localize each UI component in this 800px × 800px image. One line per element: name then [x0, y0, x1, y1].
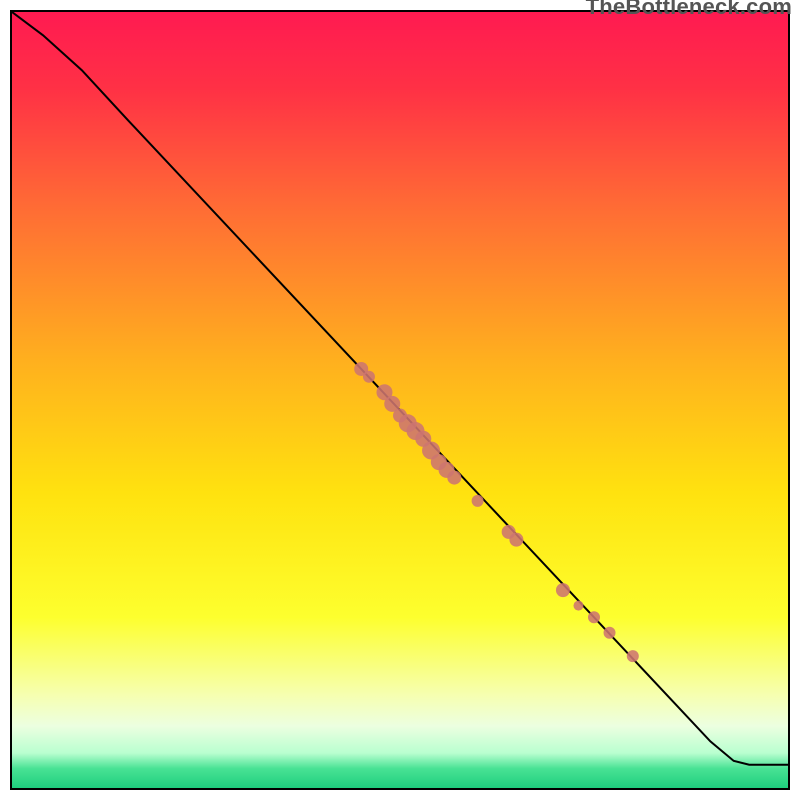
watermark-text: TheBottleneck.com — [586, 0, 792, 20]
plot-area — [10, 10, 790, 790]
chart-overlay — [12, 12, 788, 788]
data-point — [509, 533, 523, 547]
data-point — [588, 611, 600, 623]
chart-container: TheBottleneck.com — [0, 0, 800, 800]
data-point — [363, 371, 375, 383]
data-point — [447, 471, 461, 485]
data-point — [627, 650, 639, 662]
data-point — [472, 495, 484, 507]
main-curve — [12, 12, 788, 765]
data-point — [556, 583, 570, 597]
data-point — [604, 627, 616, 639]
data-point — [573, 601, 583, 611]
